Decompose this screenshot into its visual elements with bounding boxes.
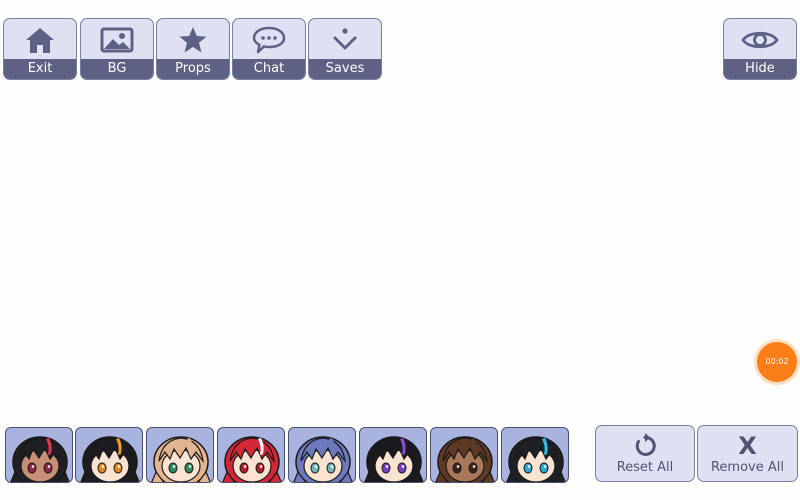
- character-slot-4[interactable]: [217, 427, 285, 483]
- character-slot-8[interactable]: [501, 427, 569, 483]
- image-icon: [81, 19, 153, 61]
- props-label: Props: [157, 59, 229, 79]
- exit-label: Exit: [4, 59, 76, 79]
- character-face-icon: [364, 436, 424, 482]
- reset-icon: [596, 430, 694, 462]
- remove-all-label: Remove All: [710, 460, 784, 475]
- character-slot-1[interactable]: [5, 427, 73, 483]
- reset-all-label: Reset All: [616, 460, 674, 475]
- bg-label: BG: [81, 59, 153, 79]
- save-download-icon: [309, 19, 381, 61]
- character-slot-6[interactable]: [359, 427, 427, 483]
- recording-timer-badge[interactable]: 00:02: [757, 342, 797, 382]
- chat-button[interactable]: Chat: [232, 18, 306, 80]
- bg-button[interactable]: BG: [80, 18, 154, 80]
- eye-icon: [724, 19, 796, 61]
- character-face-icon: [151, 436, 211, 482]
- chat-label: Chat: [233, 59, 305, 79]
- character-face-icon: [293, 436, 353, 482]
- home-icon: [4, 19, 76, 61]
- hide-label: Hide: [724, 59, 796, 79]
- saves-label: Saves: [309, 59, 381, 79]
- close-icon: X: [698, 430, 797, 462]
- hide-button[interactable]: Hide: [723, 18, 797, 80]
- reset-all-button[interactable]: Reset All: [595, 425, 695, 482]
- character-slot-3[interactable]: [146, 427, 214, 483]
- character-face-icon: [435, 436, 495, 482]
- exit-button[interactable]: Exit: [3, 18, 77, 80]
- chat-bubble-icon: [233, 19, 305, 61]
- character-slot-7[interactable]: [430, 427, 498, 483]
- character-slot-2[interactable]: [75, 427, 143, 483]
- character-face-icon: [80, 436, 140, 482]
- character-face-icon: [222, 436, 282, 482]
- star-icon: [157, 19, 229, 61]
- character-face-icon: [506, 436, 566, 482]
- remove-all-button[interactable]: X Remove All: [697, 425, 798, 482]
- props-button[interactable]: Props: [156, 18, 230, 80]
- remove-x-glyph: X: [738, 432, 757, 460]
- character-slot-5[interactable]: [288, 427, 356, 483]
- character-face-icon: [10, 436, 70, 482]
- saves-button[interactable]: Saves: [308, 18, 382, 80]
